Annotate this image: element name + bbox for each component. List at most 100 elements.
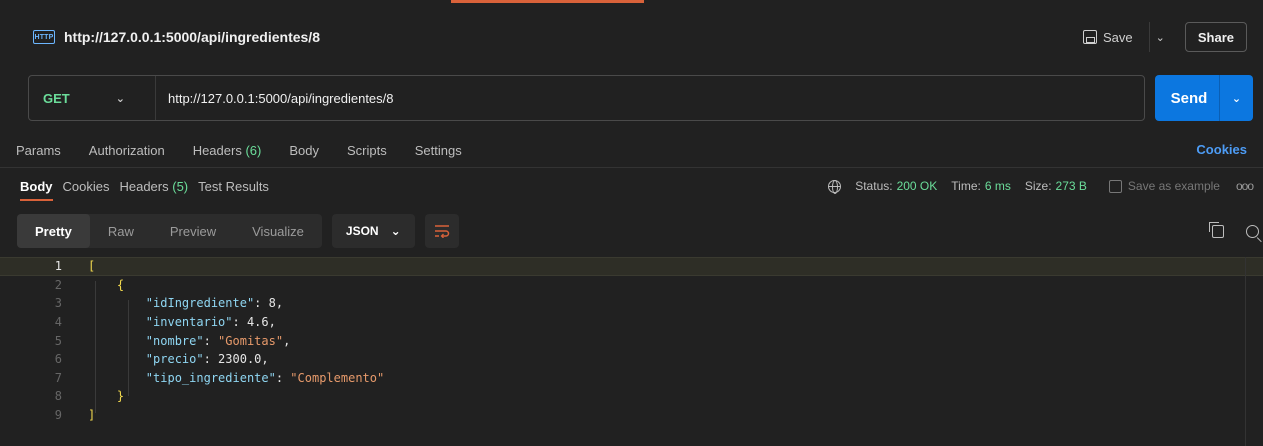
code-line: 4 "inventario": 4.6,	[0, 313, 1263, 332]
code-line: 6 "precio": 2300.0,	[0, 350, 1263, 369]
json-value: "Complemento"	[290, 370, 385, 385]
send-dropdown-chevron-icon[interactable]: ⌄	[1219, 75, 1253, 121]
open-object: {	[116, 277, 125, 292]
response-status-bar: Status: 200 OK Time: 6 ms Size: 273 B Sa…	[828, 172, 1254, 200]
code-text: }	[62, 389, 124, 403]
response-tabs: Body Cookies Headers (5) Test Results St…	[0, 172, 1263, 200]
editor-scrollbar[interactable]	[1245, 257, 1263, 446]
response-tab-test-results[interactable]: Test Results	[198, 179, 269, 194]
view-pretty-button[interactable]: Pretty	[17, 214, 90, 248]
wrap-lines-icon	[434, 225, 449, 238]
toolbar-right-actions	[1209, 221, 1259, 238]
url-bar: GET ⌄ http://127.0.0.1:5000/api/ingredie…	[28, 75, 1253, 121]
response-tab-headers[interactable]: Headers (5)	[119, 179, 188, 194]
headers-count: (6)	[245, 142, 262, 158]
tab-params[interactable]: Params	[16, 143, 61, 158]
code-text: "precio": 2300.0,	[145, 352, 269, 367]
json-key: "nombre"	[145, 333, 204, 348]
save-label: Save	[1103, 29, 1133, 45]
tab-scripts[interactable]: Scripts	[347, 143, 387, 158]
view-raw-button[interactable]: Raw	[90, 214, 152, 248]
line-number: 2	[54, 277, 62, 292]
tab-authorization[interactable]: Authorization	[89, 143, 165, 158]
save-as-example-label: Save as example	[1127, 179, 1220, 193]
json-key: "inventario"	[145, 315, 233, 330]
response-tab-headers-label: Headers	[119, 178, 169, 194]
header-actions: Save ⌄ Share	[1075, 22, 1247, 52]
code-line: 3 "idIngrediente": 8,	[0, 294, 1263, 313]
tab-headers-label: Headers	[192, 142, 242, 158]
globe-icon[interactable]	[828, 179, 842, 194]
code-line: 2 {	[0, 276, 1263, 295]
line-number: 1	[54, 259, 62, 274]
code-text: [	[62, 259, 95, 273]
status-value[interactable]: 200 OK	[897, 179, 938, 193]
code-text: {	[62, 278, 124, 292]
http-icon: HTTP	[33, 30, 55, 44]
code-line: 8 }	[0, 387, 1263, 406]
send-button[interactable]: Send ⌄	[1155, 75, 1253, 121]
time-value[interactable]: 6 ms	[985, 179, 1011, 193]
close-object: }	[116, 389, 125, 404]
line-number: 6	[54, 352, 62, 367]
json-value: "Gomitas"	[218, 333, 284, 348]
save-as-example-button[interactable]: Save as example	[1108, 179, 1220, 193]
code-line: 1 [	[0, 257, 1263, 276]
json-value: 2300.0	[218, 352, 262, 367]
format-label: JSON	[345, 224, 379, 238]
indent-guide	[128, 300, 129, 396]
copy-icon[interactable]	[1209, 221, 1224, 238]
indent-guide	[95, 281, 96, 413]
code-line: 5 "nombre": "Gomitas",	[0, 331, 1263, 350]
share-button[interactable]: Share	[1184, 22, 1247, 52]
json-value: 4.6	[246, 315, 269, 330]
chevron-down-icon: ⌄	[115, 92, 125, 105]
view-preview-button[interactable]: Preview	[152, 214, 234, 248]
response-headers-count: (5)	[172, 178, 189, 194]
response-tab-cookies[interactable]: Cookies	[63, 179, 110, 194]
url-input[interactable]: http://127.0.0.1:5000/api/ingredientes/8	[168, 91, 394, 106]
size-label: Size:	[1024, 179, 1052, 193]
code-text: ]	[62, 408, 95, 422]
view-visualize-button[interactable]: Visualize	[234, 214, 322, 248]
response-body-editor[interactable]: 1 [ 2 { 3 "idIngrediente": 8, 4 "inventa…	[0, 257, 1263, 446]
cookies-link[interactable]: Cookies	[1196, 142, 1247, 157]
code-text: "tipo_ingrediente": "Complemento"	[145, 370, 385, 385]
line-number: 9	[54, 408, 62, 423]
open-array: [	[88, 259, 96, 274]
wrap-lines-button[interactable]	[424, 214, 459, 248]
save-dropdown-chevron-icon[interactable]: ⌄	[1148, 22, 1171, 52]
active-response-tab-underline	[20, 199, 53, 201]
more-options-icon[interactable]: ooo	[1236, 179, 1254, 193]
save-icon	[1108, 179, 1122, 193]
time-label: Time:	[951, 179, 981, 193]
request-tabs: Params Authorization Headers (6) Body Sc…	[0, 136, 1263, 164]
code-text: "nombre": "Gomitas",	[145, 333, 291, 348]
request-header: HTTP http://127.0.0.1:5000/api/ingredien…	[0, 8, 1263, 66]
status-label: Status:	[855, 179, 893, 193]
json-key: "precio"	[145, 352, 204, 367]
response-tab-body[interactable]: Body	[20, 179, 53, 194]
format-select[interactable]: JSON ⌄	[331, 214, 415, 248]
code-line: 9 ]	[0, 406, 1263, 425]
tab-body[interactable]: Body	[289, 143, 319, 158]
json-key: "idIngrediente"	[145, 296, 255, 311]
method-select[interactable]: GET ⌄	[29, 91, 139, 106]
line-number: 7	[54, 370, 62, 385]
size-value[interactable]: 273 B	[1056, 179, 1087, 193]
request-title[interactable]: http://127.0.0.1:5000/api/ingredientes/8	[64, 29, 320, 45]
tab-headers[interactable]: Headers (6)	[193, 143, 262, 158]
save-icon	[1083, 30, 1097, 44]
response-toolbar: Pretty Raw Preview Visualize JSON ⌄	[17, 214, 1263, 248]
method-label: GET	[43, 90, 70, 106]
line-number: 8	[54, 389, 62, 404]
line-number: 4	[54, 315, 62, 330]
search-icon[interactable]	[1246, 224, 1259, 238]
line-number: 3	[54, 296, 62, 311]
line-number: 5	[54, 333, 62, 348]
url-input-group: GET ⌄ http://127.0.0.1:5000/api/ingredie…	[28, 75, 1145, 121]
code-line: 7 "tipo_ingrediente": "Complemento"	[0, 369, 1263, 388]
view-mode-group: Pretty Raw Preview Visualize	[17, 214, 322, 248]
save-button[interactable]: Save	[1075, 22, 1141, 52]
tab-settings[interactable]: Settings	[415, 143, 462, 158]
